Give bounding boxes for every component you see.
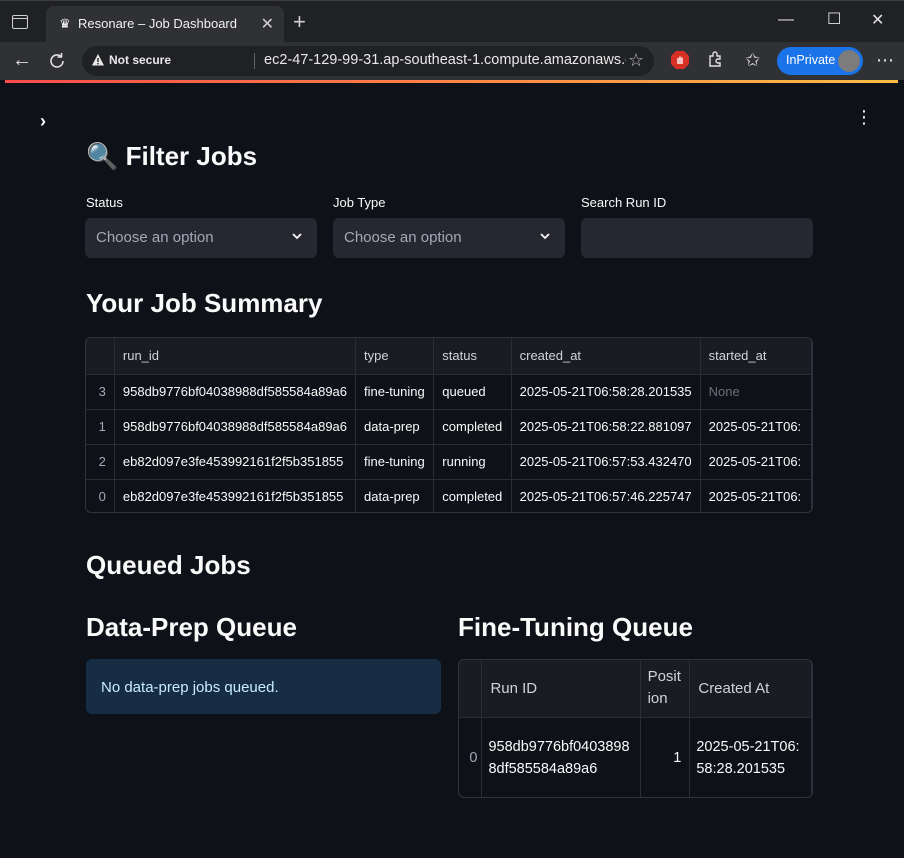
cell-status[interactable]: completed — [433, 479, 512, 512]
search-run-id-input[interactable] — [581, 218, 813, 258]
inprivate-button[interactable]: InPrivate — [777, 47, 863, 75]
table-row[interactable]: 3 958db9776bf04038988df585584a89a6 fine-… — [86, 374, 812, 410]
cell-status[interactable]: completed — [433, 409, 512, 445]
cell-created-at[interactable]: 2025-05-21T06:57:46.225747 — [511, 479, 701, 512]
url-text[interactable]: ec2-47-129-99-31.ap-southeast-1.compute.… — [264, 52, 626, 68]
url-divider — [254, 53, 255, 69]
column-header-run-id[interactable]: run_id — [114, 338, 357, 375]
cell-run-id[interactable]: 958db9776bf04038988df585584a89a6 — [114, 409, 357, 445]
warning-icon[interactable] — [91, 53, 105, 67]
tab-close-icon[interactable]: ✕ — [261, 14, 274, 34]
table-header-row: Run ID Position Created At — [459, 660, 812, 718]
sidebar-expand-icon[interactable]: › — [40, 111, 46, 132]
cell-run-id[interactable]: 958db9776bf04038988df585584a89a6 — [114, 374, 357, 410]
data-prep-empty-message: No data-prep jobs queued. — [101, 679, 279, 696]
browser-toolbar: ← Not secure ec2-47-129-99-31.ap-southea… — [0, 42, 904, 80]
search-run-id-label: Search Run ID — [581, 195, 667, 210]
job-summary-table[interactable]: run_id type status created_at started_at… — [85, 337, 813, 513]
row-index: 0 — [459, 717, 483, 797]
column-header-created-at[interactable]: created_at — [511, 338, 701, 375]
browser-menu-icon[interactable]: ⋯ — [876, 50, 895, 71]
browser-tab-active[interactable]: ♛ Resonare – Job Dashboard ✕ — [46, 6, 284, 43]
inprivate-label: InPrivate — [786, 53, 836, 67]
favorite-star-icon[interactable]: ☆ — [628, 50, 644, 71]
adblock-extension-icon[interactable] — [670, 50, 690, 70]
data-prep-empty-alert: No data-prep jobs queued. — [86, 659, 441, 714]
cell-started-at[interactable]: 2025-05-21T06: — [700, 479, 812, 512]
cell-status[interactable]: queued — [433, 374, 512, 410]
table-header-row: run_id type status created_at started_at — [86, 338, 812, 375]
column-header-index[interactable] — [459, 660, 483, 718]
row-index: 3 — [86, 374, 115, 410]
column-header-created-at[interactable]: Created At — [689, 660, 812, 718]
refresh-icon[interactable] — [47, 51, 67, 71]
browser-titlebar: ♛ Resonare – Job Dashboard ✕ + — ☐ ✕ — [0, 0, 904, 43]
cell-run-id[interactable]: eb82d097e3fe453992161f2f5b351855 — [114, 444, 357, 480]
column-header-position[interactable]: Position — [640, 660, 691, 718]
cell-created-at[interactable]: 2025-05-21T06:58:22.881097 — [511, 409, 701, 445]
cell-run-id[interactable]: eb82d097e3fe453992161f2f5b351855 — [114, 479, 357, 512]
data-prep-queue-heading: Data-Prep Queue — [86, 612, 297, 642]
status-select[interactable]: Choose an option — [85, 218, 317, 258]
cell-position[interactable]: 1 — [640, 717, 691, 797]
cell-started-at[interactable]: 2025-05-21T06: — [700, 444, 812, 480]
jobtype-select-placeholder: Choose an option — [344, 229, 462, 246]
main-menu-icon[interactable]: ⋮ — [855, 107, 873, 128]
row-index: 0 — [86, 479, 115, 512]
column-header-started-at[interactable]: started_at — [700, 338, 812, 375]
fine-tuning-queue-table[interactable]: Run ID Position Created At 0 958db9776bf… — [458, 659, 813, 798]
row-index: 1 — [86, 409, 115, 445]
cell-created-at[interactable]: 2025-05-21T06:57:53.432470 — [511, 444, 701, 480]
extensions-icon[interactable] — [706, 50, 724, 68]
status-label: Status — [86, 195, 123, 210]
table-row[interactable]: 0 eb82d097e3fe453992161f2f5b351855 data-… — [86, 479, 812, 512]
chevron-down-icon — [292, 233, 302, 240]
table-row[interactable]: 0 958db9776bf04038988df585584a89a6 1 202… — [459, 717, 812, 797]
tab-actions-icon[interactable] — [12, 15, 28, 29]
jobtype-select[interactable]: Choose an option — [333, 218, 565, 258]
cell-status[interactable]: running — [433, 444, 512, 480]
queued-jobs-heading: Queued Jobs — [86, 550, 251, 580]
row-index: 2 — [86, 444, 115, 480]
cell-type[interactable]: fine-tuning — [355, 444, 435, 480]
column-header-index[interactable] — [86, 338, 115, 375]
fine-tuning-queue-heading: Fine-Tuning Queue — [458, 612, 693, 642]
crown-favicon-icon: ♛ — [59, 16, 71, 31]
column-header-status[interactable]: status — [433, 338, 512, 375]
cell-started-at[interactable]: None — [700, 374, 812, 410]
cell-started-at[interactable]: 2025-05-21T06: — [700, 409, 812, 445]
cell-type[interactable]: data-prep — [355, 409, 435, 445]
status-select-placeholder: Choose an option — [96, 229, 214, 246]
minimize-icon[interactable]: — — [778, 11, 794, 29]
chevron-down-icon — [540, 233, 550, 240]
close-window-icon[interactable]: ✕ — [871, 10, 884, 30]
tab-title: Resonare – Job Dashboard — [78, 16, 237, 31]
back-icon[interactable]: ← — [12, 50, 32, 70]
new-tab-icon[interactable]: + — [293, 11, 306, 33]
table-row[interactable]: 1 958db9776bf04038988df585584a89a6 data-… — [86, 409, 812, 445]
cell-created-at[interactable]: 2025-05-21T06:58:28.201535 — [511, 374, 701, 410]
favorites-icon[interactable]: ✩ — [745, 50, 760, 70]
jobtype-label: Job Type — [333, 195, 386, 210]
maximize-icon[interactable]: ☐ — [827, 9, 841, 29]
cell-type[interactable]: data-prep — [355, 479, 435, 512]
column-header-type[interactable]: type — [355, 338, 435, 375]
address-bar[interactable]: Not secure ec2-47-129-99-31.ap-southeast… — [82, 46, 654, 76]
filter-jobs-heading: 🔍 Filter Jobs — [86, 141, 258, 171]
job-summary-heading: Your Job Summary — [86, 288, 323, 318]
app-header-decoration — [5, 80, 898, 83]
profile-avatar-icon — [838, 50, 860, 72]
column-header-run-id[interactable]: Run ID — [481, 660, 641, 718]
cell-type[interactable]: fine-tuning — [355, 374, 435, 410]
cell-created-at[interactable]: 2025-05-21T06:58:28.201535 — [689, 717, 812, 797]
table-row[interactable]: 2 eb82d097e3fe453992161f2f5b351855 fine-… — [86, 444, 812, 480]
cell-run-id[interactable]: 958db9776bf04038988df585584a89a6 — [481, 717, 641, 797]
security-label[interactable]: Not secure — [109, 53, 171, 67]
